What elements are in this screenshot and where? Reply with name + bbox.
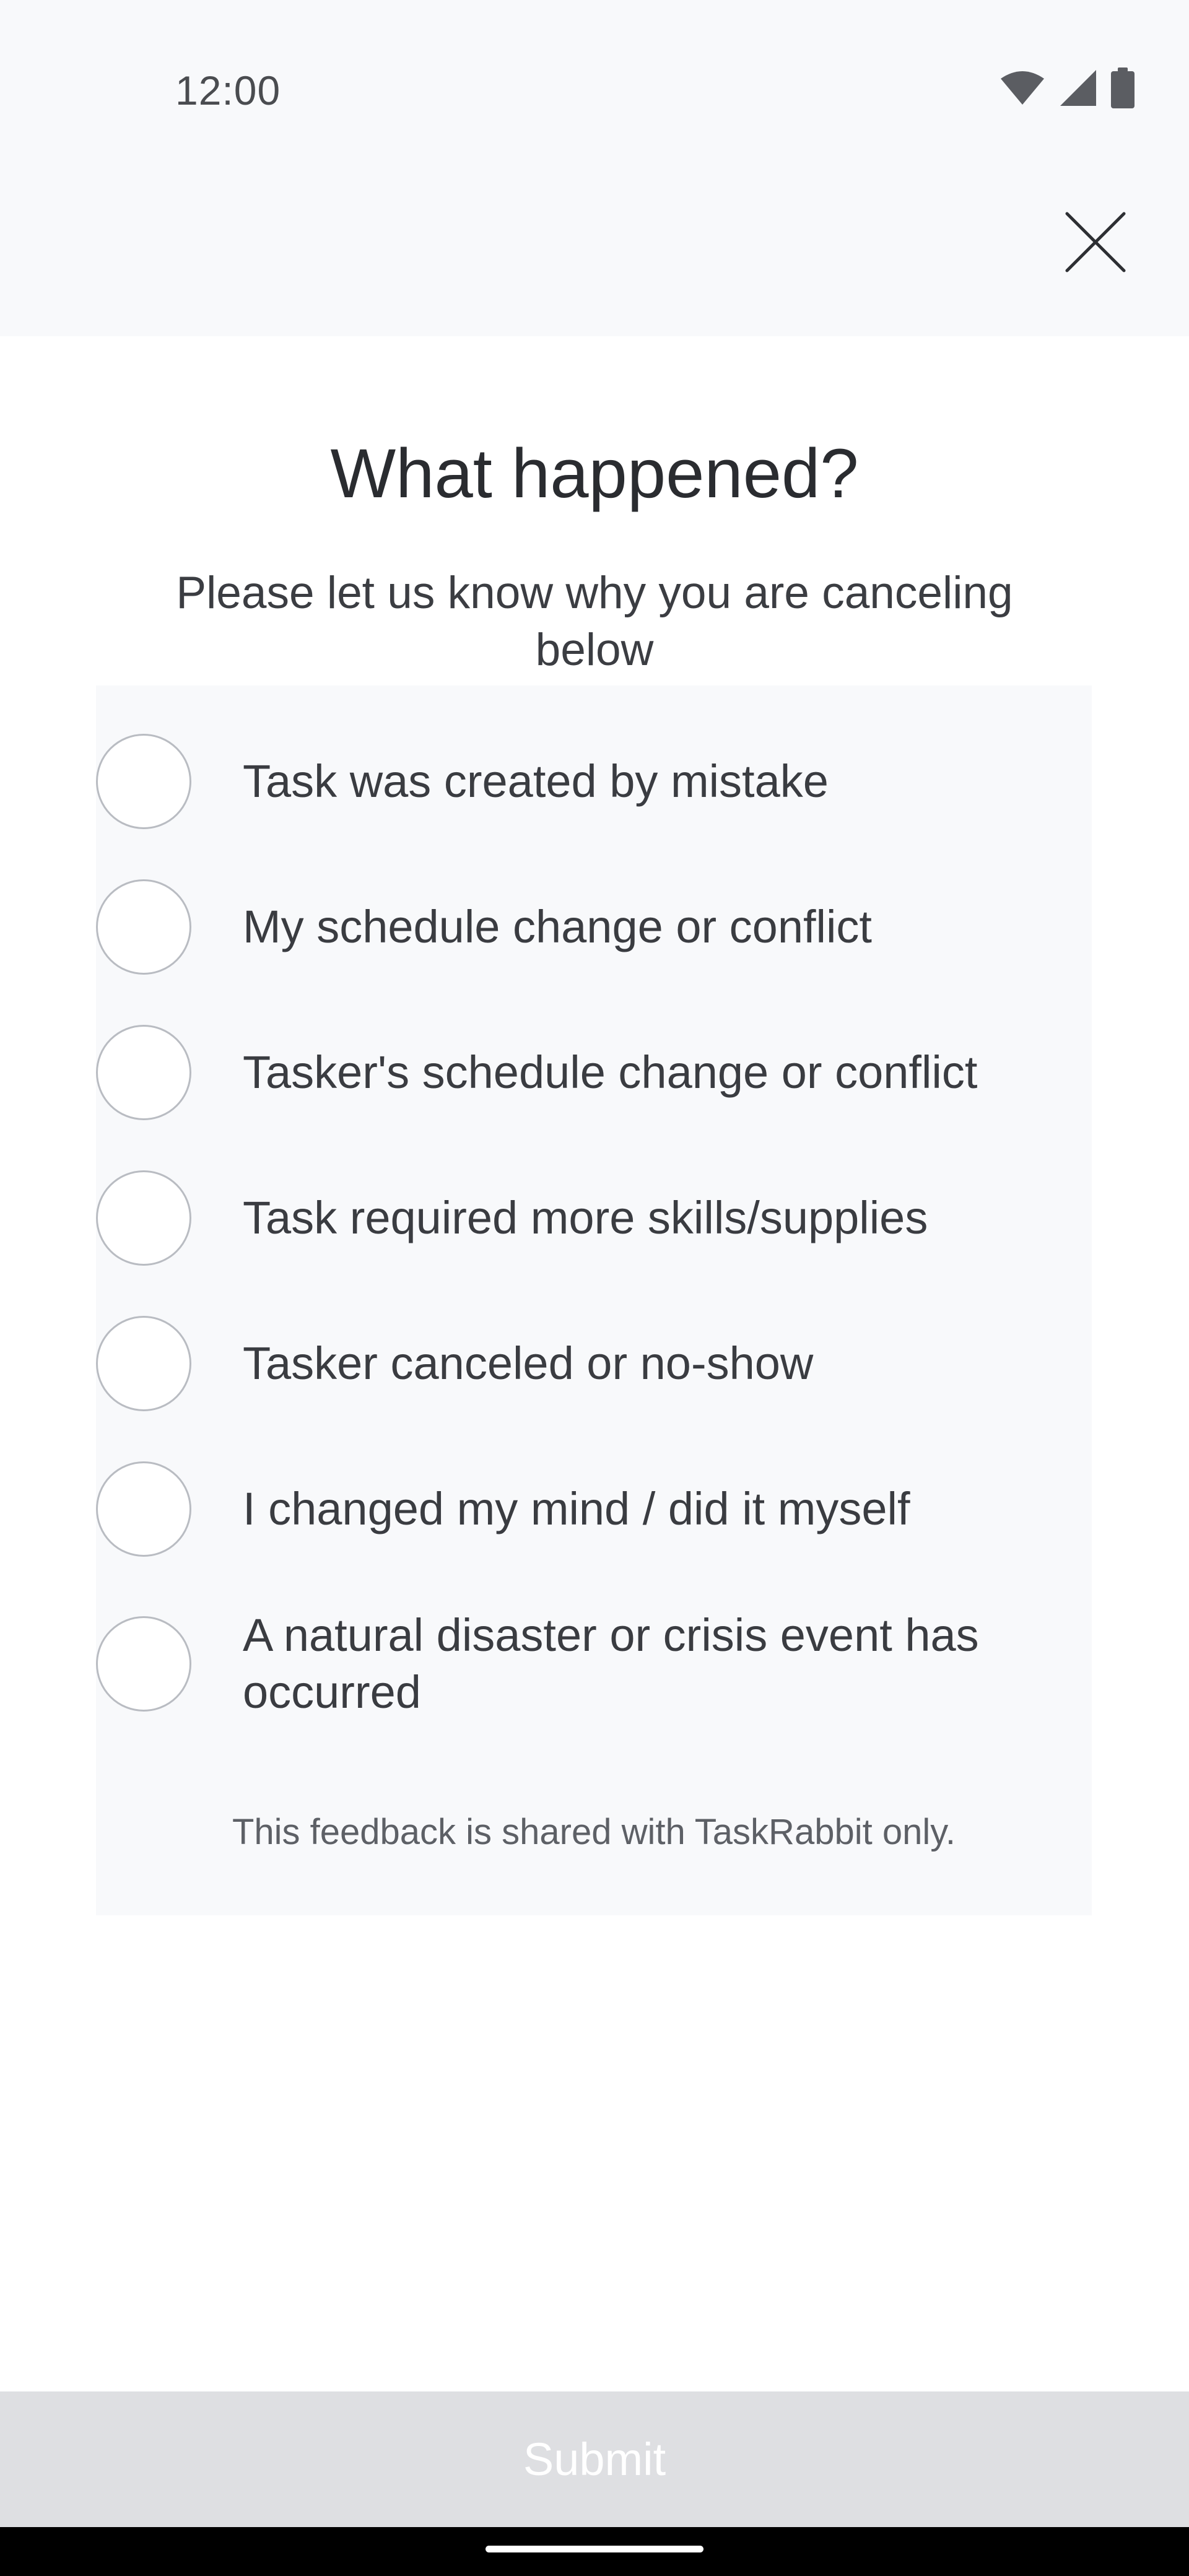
status-time: 12:00 (175, 67, 281, 113)
reason-option-tasker-no-show[interactable]: Tasker canceled or no-show (96, 1316, 1092, 1411)
home-indicator[interactable] (486, 2546, 703, 2552)
radio-button[interactable] (96, 1616, 191, 1712)
submit-label: Submit (523, 2434, 666, 2485)
reason-option-label: Task was created by mistake (243, 755, 829, 807)
page-title: What happened? (330, 435, 859, 512)
system-navigation-bar (0, 2527, 1189, 2576)
reason-option-label: Tasker's schedule change or conflict (243, 1046, 978, 1098)
cancel-reason-screen: 12:00 What happened? Please let us know … (0, 0, 1189, 2576)
reason-option-natural-disaster[interactable]: A natural disaster or crisis event has o… (96, 1609, 1092, 1718)
feedback-note: This feedback is shared with TaskRabbit … (232, 1812, 956, 1852)
cellular-signal-icon (1059, 69, 1097, 110)
radio-button[interactable] (96, 1316, 191, 1411)
radio-button[interactable] (96, 879, 191, 975)
top-header: 12:00 (0, 0, 1189, 336)
reason-option-more-skills-supplies[interactable]: Task required more skills/supplies (96, 1170, 1092, 1266)
close-icon (1065, 211, 1126, 276)
reason-option-created-by-mistake[interactable]: Task was created by mistake (96, 734, 1092, 829)
status-icons (1000, 67, 1135, 111)
reason-option-label: Task required more skills/supplies (243, 1192, 928, 1243)
wifi-icon (1000, 70, 1045, 109)
reason-options-panel: Task was created by mistake My schedule … (96, 685, 1092, 1915)
close-button[interactable] (1060, 208, 1131, 279)
reason-option-label: A natural disaster or crisis event has o… (243, 1609, 979, 1718)
reason-option-label: I changed my mind / did it myself (243, 1483, 910, 1534)
reason-option-my-schedule-conflict[interactable]: My schedule change or conflict (96, 879, 1092, 975)
radio-button[interactable] (96, 1170, 191, 1266)
submit-button[interactable]: Submit (0, 2391, 1189, 2527)
reason-option-label: Tasker canceled or no-show (243, 1338, 814, 1389)
radio-button[interactable] (96, 1025, 191, 1120)
page-subtitle: Please let us know why you are canceling… (176, 568, 1013, 675)
reason-option-tasker-schedule-conflict[interactable]: Tasker's schedule change or conflict (96, 1025, 1092, 1120)
battery-icon (1111, 67, 1135, 111)
reason-option-label: My schedule change or conflict (243, 901, 872, 952)
reason-option-changed-mind[interactable]: I changed my mind / did it myself (96, 1461, 1092, 1557)
radio-button[interactable] (96, 1461, 191, 1557)
radio-button[interactable] (96, 734, 191, 829)
